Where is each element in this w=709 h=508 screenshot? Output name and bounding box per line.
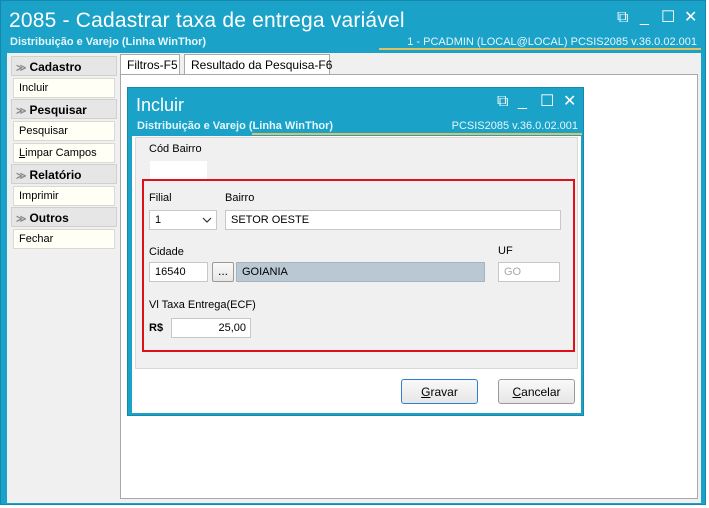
sidebar-header-cadastro[interactable]: ≫ Cadastro	[11, 56, 117, 76]
maximize-icon[interactable]: ☐	[540, 94, 554, 110]
restore-icon[interactable]: ⧉	[617, 10, 628, 26]
sidebar-header-relatorio[interactable]: ≫ Relatório	[11, 164, 117, 184]
cod-bairro-input[interactable]	[149, 160, 208, 180]
dialog-info: PCSIS2085 v.36.0.02.001	[451, 120, 578, 132]
cidade-label: Cidade	[149, 246, 184, 258]
close-icon[interactable]: ✕	[563, 94, 576, 110]
cancelar-button[interactable]: Cancelar	[498, 379, 575, 404]
sidebar-header-label: Relatório	[29, 168, 82, 182]
sidebar-item-limpar-campos[interactable]: Limpar Campos	[13, 143, 115, 163]
maximize-icon[interactable]: ☐	[661, 10, 675, 26]
sidebar-item-imprimir[interactable]: Imprimir	[13, 186, 115, 206]
uf-label: UF	[498, 245, 513, 257]
currency-label: R$	[149, 322, 164, 334]
sidebar-header-label: Outros	[29, 211, 69, 225]
restore-icon[interactable]: ⧉	[497, 94, 508, 110]
sidebar-item-pesquisar[interactable]: Pesquisar	[13, 121, 115, 141]
window-subtitle: Distribuição e Varejo (Linha WinThor)	[10, 36, 207, 48]
sidebar-header-outros[interactable]: ≫ Outros	[11, 207, 117, 227]
chevron-collapse-icon: ≫	[16, 214, 27, 225]
chevron-collapse-icon: ≫	[16, 171, 27, 182]
minimize-icon[interactable]: _	[518, 94, 527, 110]
dialog-subtitle: Distribuição e Varejo (Linha WinThor)	[137, 120, 334, 132]
cancelar-label: ancelar	[521, 385, 561, 399]
close-icon[interactable]: ✕	[684, 10, 697, 26]
bairro-label: Bairro	[225, 192, 255, 204]
filial-select-value: 1	[155, 214, 162, 226]
filial-label: Filial	[149, 192, 172, 204]
chevron-down-icon	[202, 217, 212, 223]
window-info: 1 - PCADMIN (LOCAL@LOCAL) PCSIS2085 v.36…	[407, 36, 697, 48]
gravar-hotkey: G	[421, 385, 431, 399]
cidade-name-field: GOIANIA	[236, 262, 485, 282]
cidade-lookup-button[interactable]: ...	[212, 262, 234, 282]
sidebar-header-label: Cadastro	[29, 60, 82, 74]
chevron-collapse-icon: ≫	[16, 63, 27, 74]
filial-select[interactable]: 1	[149, 210, 217, 230]
sidebar-item-fechar[interactable]: Fechar	[13, 229, 115, 249]
uf-field: GO	[498, 262, 560, 282]
dialog-title: Incluir	[136, 95, 185, 115]
title-divider	[379, 48, 701, 50]
window-title: 2085 - Cadastrar taxa de entrega variáve…	[9, 9, 405, 32]
chevron-collapse-icon: ≫	[16, 106, 27, 117]
bairro-input[interactable]: SETOR OESTE	[225, 210, 561, 230]
taxa-entrega-input[interactable]: 25,00	[171, 318, 251, 338]
minimize-icon[interactable]: _	[640, 10, 649, 26]
sidebar-header-label: Pesquisar	[29, 103, 87, 117]
tab-filtros[interactable]: Filtros-F5	[120, 54, 180, 76]
tab-resultado-pesquisa[interactable]: Resultado da Pesquisa-F6	[184, 54, 332, 75]
dialog-title-divider	[252, 133, 582, 135]
sidebar: ≫ Cadastro Incluir ≫ Pesquisar Pesquisar L…	[11, 55, 117, 249]
cancelar-hotkey: C	[512, 385, 522, 399]
gravar-label: ravar	[430, 385, 458, 399]
cod-bairro-label: Cód Bairro	[149, 143, 202, 155]
cidade-code-input[interactable]: 16540	[149, 262, 208, 282]
sidebar-header-pesquisar[interactable]: ≫ Pesquisar	[11, 99, 117, 119]
sidebar-item-incluir[interactable]: Incluir	[13, 78, 115, 98]
taxa-entrega-label: Vl Taxa Entrega(ECF)	[149, 299, 256, 311]
gravar-button[interactable]: Gravar	[401, 379, 478, 404]
